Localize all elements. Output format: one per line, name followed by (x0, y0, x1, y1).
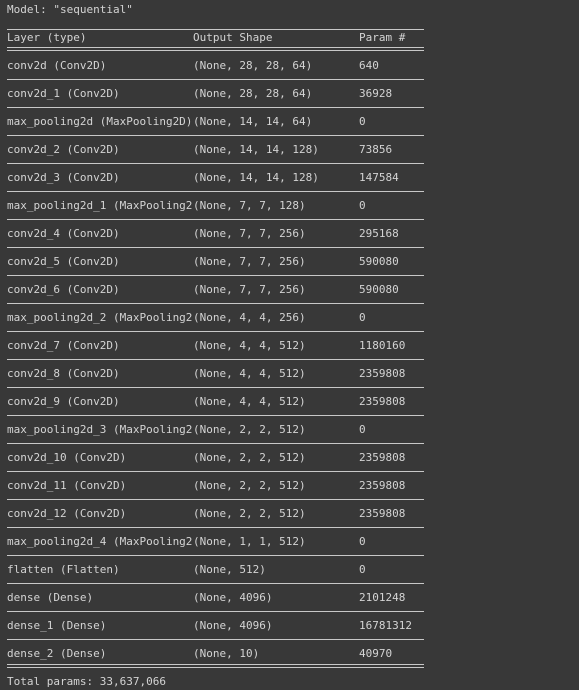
layer-name: conv2d (Conv2D) (7, 59, 107, 72)
layer-name: conv2d_5 (Conv2D) (7, 255, 120, 268)
layer-name: max_pooling2d_1 (MaxPooling2 (7, 199, 193, 212)
output-shape: (None, 10) (193, 647, 260, 660)
table-row: conv2d_2 (Conv2D) (None, 14, 14, 128) 7385… (0, 136, 579, 164)
layer-name: dense_1 (Dense) (7, 619, 107, 632)
layer-name: conv2d_4 (Conv2D) (7, 227, 120, 240)
output-shape: (None, 7, 7, 128) (193, 199, 306, 212)
output-shape: (None, 14, 14, 64) (193, 115, 313, 128)
layer-name: max_pooling2d_2 (MaxPooling2 (7, 311, 193, 324)
layer-name: conv2d_1 (Conv2D) (7, 87, 120, 100)
param-count: 640 (359, 59, 379, 72)
output-shape: (None, 4096) (193, 591, 273, 604)
layer-name: conv2d_6 (Conv2D) (7, 283, 120, 296)
output-shape: (None, 2, 2, 512) (193, 423, 306, 436)
param-count: 2101248 (359, 591, 406, 604)
param-count: 0 (359, 199, 366, 212)
table-row: dense (Dense) (None, 4096) 2101248 (0, 584, 579, 612)
top-rule (7, 29, 424, 30)
header-output-shape: Output Shape (193, 31, 273, 44)
output-shape: (None, 14, 14, 128) (193, 171, 319, 184)
param-count: 1180160 (359, 339, 406, 352)
output-shape: (None, 4, 4, 256) (193, 311, 306, 324)
param-count: 2359808 (359, 507, 406, 520)
output-shape: (None, 14, 14, 128) (193, 143, 319, 156)
layer-name: max_pooling2d_4 (MaxPooling2 (7, 535, 193, 548)
param-count: 0 (359, 535, 366, 548)
output-shape: (None, 4, 4, 512) (193, 395, 306, 408)
table-row: conv2d (Conv2D) (None, 28, 28, 64) 640 (0, 52, 579, 80)
layer-name: conv2d_12 (Conv2D) (7, 507, 127, 520)
param-count: 147584 (359, 171, 399, 184)
layer-name: flatten (Flatten) (7, 563, 120, 576)
table-row: conv2d_1 (Conv2D) (None, 28, 28, 64) 36928 (0, 80, 579, 108)
output-shape: (None, 1, 1, 512) (193, 535, 306, 548)
param-count: 0 (359, 115, 366, 128)
table-row: conv2d_8 (Conv2D) (None, 4, 4, 512) 235980… (0, 360, 579, 388)
output-shape: (None, 2, 2, 512) (193, 507, 306, 520)
footer-double-rule (7, 664, 424, 668)
table-row: dense_1 (Dense) (None, 4096) 16781312 (0, 612, 579, 640)
table-row: conv2d_11 (Conv2D) (None, 2, 2, 512) 23598… (0, 472, 579, 500)
layer-name: conv2d_8 (Conv2D) (7, 367, 120, 380)
total-params: Total params: 33,637,066 (7, 675, 166, 688)
layer-name: conv2d_7 (Conv2D) (7, 339, 120, 352)
param-count: 295168 (359, 227, 399, 240)
table-row: conv2d_5 (Conv2D) (None, 7, 7, 256) 590080 (0, 248, 579, 276)
table-row: max_pooling2d_3 (MaxPooling2 (None, 2, 2,… (0, 416, 579, 444)
layer-name: conv2d_11 (Conv2D) (7, 479, 127, 492)
param-count: 0 (359, 563, 366, 576)
output-shape: (None, 7, 7, 256) (193, 255, 306, 268)
output-shape: (None, 7, 7, 256) (193, 227, 306, 240)
output-shape: (None, 4096) (193, 619, 273, 632)
table-row: flatten (Flatten) (None, 512) 0 (0, 556, 579, 584)
param-count: 0 (359, 311, 366, 324)
output-shape: (None, 4, 4, 512) (193, 339, 306, 352)
output-shape: (None, 7, 7, 256) (193, 283, 306, 296)
table-row: conv2d_10 (Conv2D) (None, 2, 2, 512) 23598… (0, 444, 579, 472)
param-count: 0 (359, 423, 366, 436)
table-row: max_pooling2d_2 (MaxPooling2 (None, 4, 4,… (0, 304, 579, 332)
table-row: conv2d_9 (Conv2D) (None, 4, 4, 512) 235980… (0, 388, 579, 416)
param-count: 40970 (359, 647, 393, 660)
param-count: 2359808 (359, 451, 406, 464)
param-count: 2359808 (359, 479, 406, 492)
table-row: conv2d_6 (Conv2D) (None, 7, 7, 256) 590080 (0, 276, 579, 304)
header-param-count: Param # (359, 31, 406, 44)
layer-name: conv2d_2 (Conv2D) (7, 143, 120, 156)
output-shape: (None, 2, 2, 512) (193, 479, 306, 492)
output-shape: (None, 28, 28, 64) (193, 87, 313, 100)
header-double-rule (7, 47, 424, 51)
header-layer-type: Layer (type) (7, 31, 87, 44)
param-count: 16781312 (359, 619, 412, 632)
output-shape: (None, 28, 28, 64) (193, 59, 313, 72)
param-count: 36928 (359, 87, 393, 100)
layer-name: dense_2 (Dense) (7, 647, 107, 660)
layer-name: max_pooling2d_3 (MaxPooling2 (7, 423, 193, 436)
layer-name: max_pooling2d (MaxPooling2D) (7, 115, 193, 128)
output-shape: (None, 4, 4, 512) (193, 367, 306, 380)
table-row: max_pooling2d_4 (MaxPooling2 (None, 1, 1,… (0, 528, 579, 556)
param-count: 590080 (359, 255, 399, 268)
table-row: conv2d_12 (Conv2D) (None, 2, 2, 512) 23598… (0, 500, 579, 528)
table-row: conv2d_4 (Conv2D) (None, 7, 7, 256) 295168 (0, 220, 579, 248)
model-title: Model: "sequential" (7, 3, 133, 16)
output-shape: (None, 512) (193, 563, 266, 576)
table-row: conv2d_7 (Conv2D) (None, 4, 4, 512) 118016… (0, 332, 579, 360)
layer-name: conv2d_9 (Conv2D) (7, 395, 120, 408)
output-shape: (None, 2, 2, 512) (193, 451, 306, 464)
table-row: max_pooling2d_1 (MaxPooling2 (None, 7, 7,… (0, 192, 579, 220)
param-count: 73856 (359, 143, 393, 156)
param-count: 2359808 (359, 367, 406, 380)
table-row: conv2d_3 (Conv2D) (None, 14, 14, 128) 1475… (0, 164, 579, 192)
layer-name: conv2d_3 (Conv2D) (7, 171, 120, 184)
layer-name: dense (Dense) (7, 591, 94, 604)
param-count: 2359808 (359, 395, 406, 408)
param-count: 590080 (359, 283, 399, 296)
layer-name: conv2d_10 (Conv2D) (7, 451, 127, 464)
table-row: max_pooling2d (MaxPooling2D) (None, 14, 1… (0, 108, 579, 136)
